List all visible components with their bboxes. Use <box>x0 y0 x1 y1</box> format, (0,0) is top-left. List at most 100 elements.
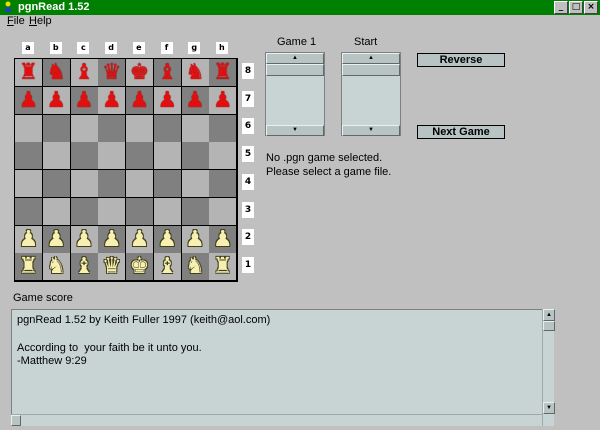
square-g3[interactable] <box>181 197 209 225</box>
list-scroll-thumb[interactable] <box>266 64 324 76</box>
chess-piece-icon[interactable]: ♟ <box>43 226 70 253</box>
square-g6[interactable] <box>181 114 209 142</box>
chess-piece-icon[interactable]: ♟ <box>43 87 70 114</box>
square-a8[interactable]: ♜ <box>15 59 42 86</box>
chess-piece-icon[interactable]: ♝ <box>71 59 98 86</box>
chess-piece-icon[interactable]: ♚ <box>126 59 153 86</box>
game-list[interactable]: ▲ ▼ <box>265 52 325 136</box>
chess-piece-icon[interactable]: ♞ <box>182 253 209 280</box>
chess-piece-icon[interactable]: ♟ <box>71 226 98 253</box>
square-h7[interactable]: ♟ <box>209 86 237 114</box>
square-a1[interactable]: ♜ <box>15 253 42 281</box>
square-e5[interactable] <box>126 142 153 170</box>
chess-piece-icon[interactable]: ♟ <box>126 87 153 114</box>
square-g4[interactable] <box>181 170 209 197</box>
square-a3[interactable] <box>15 197 42 225</box>
square-g1[interactable]: ♞ <box>181 253 209 281</box>
chess-piece-icon[interactable]: ♝ <box>71 253 98 280</box>
square-c4[interactable] <box>70 170 98 197</box>
square-a4[interactable] <box>15 170 42 197</box>
square-f3[interactable] <box>153 197 181 225</box>
square-h3[interactable] <box>209 197 237 225</box>
chess-piece-icon[interactable]: ♞ <box>182 59 209 86</box>
square-b1[interactable]: ♞ <box>42 253 70 281</box>
chess-piece-icon[interactable]: ♜ <box>15 253 42 280</box>
chess-piece-icon[interactable]: ♟ <box>182 87 209 114</box>
square-f5[interactable] <box>153 142 181 170</box>
chess-piece-icon[interactable]: ♟ <box>71 87 98 114</box>
square-a6[interactable] <box>15 114 42 142</box>
next-game-button[interactable]: Next Game <box>417 125 505 139</box>
chess-piece-icon[interactable]: ♟ <box>154 87 181 114</box>
square-c8[interactable]: ♝ <box>70 59 98 86</box>
chess-piece-icon[interactable]: ♟ <box>15 226 42 253</box>
scroll-up-button[interactable]: ▲ <box>342 53 400 64</box>
square-h6[interactable] <box>209 114 237 142</box>
square-f7[interactable]: ♟ <box>153 86 181 114</box>
chess-piece-icon[interactable]: ♟ <box>182 226 209 253</box>
square-f8[interactable]: ♝ <box>153 59 181 86</box>
scroll-thumb[interactable] <box>11 415 21 426</box>
square-c1[interactable]: ♝ <box>70 253 98 281</box>
scroll-down-button[interactable]: ▼ <box>342 125 400 136</box>
square-g2[interactable]: ♟ <box>181 225 209 253</box>
square-h4[interactable] <box>209 170 237 197</box>
scroll-up-button[interactable]: ▲ <box>266 53 324 64</box>
square-e2[interactable]: ♟ <box>126 225 153 253</box>
square-c7[interactable]: ♟ <box>70 86 98 114</box>
chess-piece-icon[interactable]: ♟ <box>154 226 181 253</box>
chess-piece-icon[interactable]: ♜ <box>209 59 236 86</box>
scroll-up-arrow-icon[interactable]: ▲ <box>543 309 555 321</box>
square-d8[interactable]: ♛ <box>98 59 126 86</box>
square-e6[interactable] <box>126 114 153 142</box>
chess-piece-icon[interactable]: ♟ <box>98 87 125 114</box>
chess-piece-icon[interactable]: ♜ <box>15 59 42 86</box>
horizontal-scrollbar[interactable] <box>11 414 542 426</box>
square-c3[interactable] <box>70 197 98 225</box>
square-a2[interactable]: ♟ <box>15 225 42 253</box>
maximize-button[interactable]: □ <box>569 1 583 14</box>
chess-piece-icon[interactable]: ♚ <box>126 253 153 280</box>
chess-piece-icon[interactable]: ♛ <box>98 253 125 280</box>
chess-board[interactable]: ♜ ♞ ♝ ♛ ♚ ♝ ♞ ♜ ♟ ♟ ♟ ♟ ♟ ♟ ♟ ♟ ♟ ♟ ♟ ♟ ♟ ♟ ♟ ♟ ♜ ♞ ♝ ♛ ♚ ♝ ♞ ♜ <box>14 58 238 282</box>
square-e1[interactable]: ♚ <box>126 253 153 281</box>
square-d5[interactable] <box>98 142 126 170</box>
chess-piece-icon[interactable]: ♟ <box>126 226 153 253</box>
square-c6[interactable] <box>70 114 98 142</box>
menu-file[interactable]: File <box>7 15 25 28</box>
square-g8[interactable]: ♞ <box>181 59 209 86</box>
square-d3[interactable] <box>98 197 126 225</box>
square-b6[interactable] <box>42 114 70 142</box>
scroll-down-button[interactable]: ▼ <box>266 125 324 136</box>
chess-piece-icon[interactable]: ♜ <box>209 253 236 280</box>
square-d2[interactable]: ♟ <box>98 225 126 253</box>
square-a7[interactable]: ♟ <box>15 86 42 114</box>
square-h8[interactable]: ♜ <box>209 59 237 86</box>
square-e8[interactable]: ♚ <box>126 59 153 86</box>
square-c2[interactable]: ♟ <box>70 225 98 253</box>
chess-piece-icon[interactable]: ♞ <box>43 59 70 86</box>
square-h2[interactable]: ♟ <box>209 225 237 253</box>
square-b8[interactable]: ♞ <box>42 59 70 86</box>
square-f4[interactable] <box>153 170 181 197</box>
square-d7[interactable]: ♟ <box>98 86 126 114</box>
square-h1[interactable]: ♜ <box>209 253 237 281</box>
square-f2[interactable]: ♟ <box>153 225 181 253</box>
chess-piece-icon[interactable]: ♛ <box>98 59 125 86</box>
chess-piece-icon[interactable]: ♝ <box>154 59 181 86</box>
square-b7[interactable]: ♟ <box>42 86 70 114</box>
chess-piece-icon[interactable]: ♞ <box>43 253 70 280</box>
square-c5[interactable] <box>70 142 98 170</box>
square-b3[interactable] <box>42 197 70 225</box>
chess-piece-icon[interactable]: ♟ <box>209 226 236 253</box>
game-score-textarea[interactable]: pgnRead 1.52 by Keith Fuller 1997 (keith… <box>11 309 543 426</box>
menu-help[interactable]: Help <box>29 15 52 28</box>
square-d4[interactable] <box>98 170 126 197</box>
square-a5[interactable] <box>15 142 42 170</box>
square-g7[interactable]: ♟ <box>181 86 209 114</box>
chess-piece-icon[interactable]: ♟ <box>98 226 125 253</box>
chess-piece-icon[interactable]: ♟ <box>209 87 236 114</box>
square-b5[interactable] <box>42 142 70 170</box>
square-b4[interactable] <box>42 170 70 197</box>
square-b2[interactable]: ♟ <box>42 225 70 253</box>
